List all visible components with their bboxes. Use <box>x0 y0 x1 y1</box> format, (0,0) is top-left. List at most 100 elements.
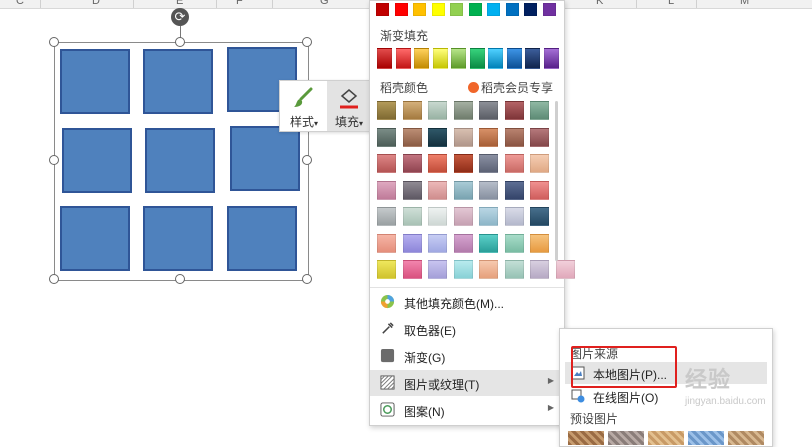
color-swatch[interactable] <box>394 3 408 16</box>
fill-button[interactable]: 填充▾ <box>327 81 371 131</box>
daoke-color-swatch[interactable] <box>479 101 498 120</box>
gradient-swatch[interactable] <box>488 48 503 69</box>
daoke-color-swatch[interactable] <box>428 207 447 226</box>
menu-item-picture-or-texture[interactable]: 图片或纹理(T) ▶ <box>370 370 564 396</box>
daoke-color-swatch[interactable] <box>377 260 396 279</box>
resize-handle-top-right[interactable] <box>302 37 312 47</box>
color-swatch[interactable] <box>376 3 389 16</box>
gradient-swatch[interactable] <box>506 48 522 69</box>
daoke-color-swatch[interactable] <box>479 260 498 279</box>
daoke-color-swatch[interactable] <box>428 180 447 200</box>
menu-item-pattern[interactable]: 图案(N) ▶ <box>370 397 564 423</box>
column-header-g[interactable]: G <box>320 0 329 7</box>
daoke-color-swatch[interactable] <box>530 260 549 279</box>
color-swatch[interactable] <box>468 3 482 16</box>
daoke-color-swatch[interactable] <box>428 260 447 279</box>
gradient-swatch[interactable] <box>432 48 448 69</box>
daoke-color-swatch[interactable] <box>377 180 396 200</box>
daoke-color-swatch[interactable] <box>504 180 524 200</box>
daoke-color-swatch[interactable] <box>479 233 498 253</box>
blue-square-shape[interactable] <box>145 128 215 193</box>
column-header-k[interactable]: K <box>596 0 603 7</box>
daoke-color-swatch[interactable] <box>453 180 473 200</box>
daoke-color-swatch[interactable] <box>504 154 524 173</box>
daoke-color-swatch[interactable] <box>428 127 447 147</box>
panel-scrollbar[interactable] <box>555 101 558 261</box>
resize-handle-top-left[interactable] <box>49 37 59 47</box>
daoke-color-swatch[interactable] <box>504 260 524 279</box>
daoke-color-swatch[interactable] <box>453 101 473 120</box>
color-swatch[interactable] <box>524 3 537 16</box>
column-header-f[interactable]: F <box>236 0 243 7</box>
daoke-color-swatch[interactable] <box>530 154 549 173</box>
daoke-color-swatch[interactable] <box>504 233 524 253</box>
preset-texture-swatch[interactable] <box>608 431 644 445</box>
blue-square-shape[interactable] <box>60 49 130 114</box>
daoke-color-swatch[interactable] <box>428 101 447 120</box>
column-header-d[interactable]: D <box>92 0 100 7</box>
color-swatch[interactable] <box>487 3 500 16</box>
resize-handle-bottom-right[interactable] <box>302 274 312 284</box>
color-swatch[interactable] <box>413 3 426 16</box>
daoke-color-swatch[interactable] <box>377 207 396 226</box>
rotate-handle-icon[interactable]: ⟳ <box>171 8 189 26</box>
blue-square-shape[interactable] <box>60 206 130 271</box>
daoke-color-swatch[interactable] <box>402 127 422 147</box>
daoke-color-swatch[interactable] <box>555 260 575 279</box>
daoke-color-swatch[interactable] <box>530 101 549 120</box>
daoke-color-swatch[interactable] <box>479 154 498 173</box>
blue-square-shape[interactable] <box>227 206 297 271</box>
daoke-color-swatch[interactable] <box>504 101 524 120</box>
resize-handle-bottom[interactable] <box>175 274 185 284</box>
daoke-color-swatch[interactable] <box>377 101 396 120</box>
gradient-swatch[interactable] <box>451 48 466 69</box>
daoke-color-swatch[interactable] <box>530 127 549 147</box>
column-header-e[interactable]: E <box>176 0 183 7</box>
gradient-swatch[interactable] <box>543 48 559 69</box>
color-swatch[interactable] <box>450 3 463 16</box>
daoke-color-swatch[interactable] <box>377 233 396 253</box>
color-swatch[interactable] <box>542 3 556 16</box>
resize-handle-top[interactable] <box>175 37 185 47</box>
daoke-color-swatch[interactable] <box>530 207 549 226</box>
daoke-color-swatch[interactable] <box>377 154 396 173</box>
gradient-swatch[interactable] <box>395 48 411 69</box>
daoke-color-swatch[interactable] <box>530 180 549 200</box>
daoke-color-swatch[interactable] <box>453 154 473 173</box>
daoke-color-swatch[interactable] <box>428 154 447 173</box>
blue-square-shape[interactable] <box>143 206 213 271</box>
menu-item-more-fill-colors[interactable]: 其他填充颜色(M)... <box>370 289 564 315</box>
daoke-color-swatch[interactable] <box>402 101 422 120</box>
daoke-color-swatch[interactable] <box>453 233 473 253</box>
preset-texture-swatch[interactable] <box>688 431 724 445</box>
column-header-m[interactable]: M <box>740 0 749 7</box>
daoke-color-swatch[interactable] <box>453 260 473 279</box>
daoke-color-swatch[interactable] <box>453 127 473 147</box>
style-button[interactable]: 样式▾ <box>282 81 326 131</box>
gradient-swatch[interactable] <box>414 48 429 69</box>
column-header-c[interactable]: C <box>16 0 24 7</box>
daoke-color-swatch[interactable] <box>479 207 498 226</box>
daoke-color-swatch[interactable] <box>402 180 422 200</box>
preset-texture-swatch[interactable] <box>568 431 604 445</box>
daoke-color-swatch[interactable] <box>402 154 422 173</box>
color-swatch[interactable] <box>431 3 445 16</box>
daoke-color-swatch[interactable] <box>402 260 422 279</box>
resize-handle-right[interactable] <box>302 155 312 165</box>
column-header-l[interactable]: L <box>668 0 674 7</box>
daoke-color-swatch[interactable] <box>479 127 498 147</box>
daoke-color-swatch[interactable] <box>479 180 498 200</box>
blue-square-shape[interactable] <box>230 126 300 191</box>
preset-texture-swatch[interactable] <box>648 431 684 445</box>
blue-square-shape[interactable] <box>62 128 132 193</box>
resize-handle-bottom-left[interactable] <box>49 274 59 284</box>
daoke-color-swatch[interactable] <box>530 233 549 253</box>
gradient-swatch[interactable] <box>377 48 392 69</box>
daoke-color-swatch[interactable] <box>402 233 422 253</box>
gradient-swatch[interactable] <box>469 48 485 69</box>
menu-item-eyedropper[interactable]: 取色器(E) <box>370 316 564 342</box>
daoke-color-swatch[interactable] <box>504 127 524 147</box>
daoke-color-swatch[interactable] <box>504 207 524 226</box>
gradient-swatch[interactable] <box>525 48 540 69</box>
menu-item-gradient[interactable]: 渐变(G) <box>370 343 564 369</box>
